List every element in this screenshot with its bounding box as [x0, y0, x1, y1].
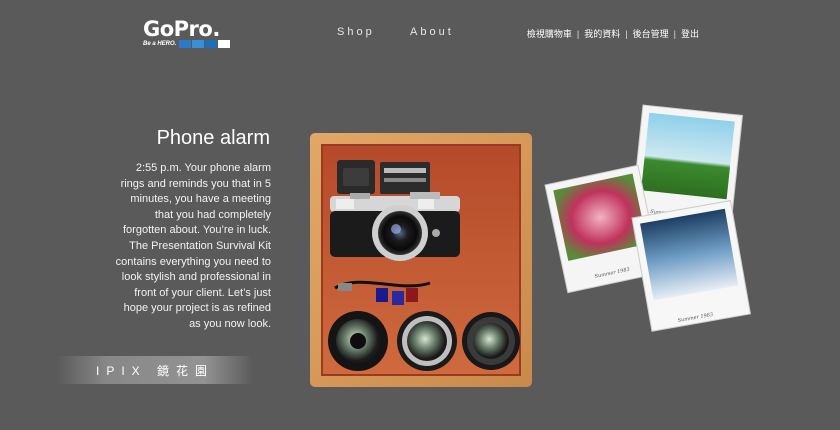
logo-block-2 — [192, 40, 205, 48]
logo-subline: Be a HERO. — [143, 40, 243, 48]
logo-block-3 — [205, 40, 218, 48]
nav-shop[interactable]: Shop — [337, 26, 375, 38]
page-title: Phone alarm — [156, 127, 270, 149]
lens-tele-icon — [462, 312, 520, 370]
view-cart-link[interactable]: 檢視購物車 — [527, 27, 572, 40]
logout-link[interactable]: 登出 — [681, 27, 699, 40]
survival-kit-image — [310, 133, 532, 387]
account-links: 檢視購物車 | 我的資料 | 後台管理 | 登出 — [527, 27, 699, 40]
polaroid-stack: Summer 1983 Summer 1983 Summer 1983 — [540, 100, 760, 350]
description-text: 2:55 p.m. Your phone alarm rings and rem… — [115, 162, 271, 330]
camera-battery-icon — [380, 162, 430, 194]
link-separator: | — [576, 28, 580, 39]
brand-button[interactable]: IPIX 鏡花園 — [57, 356, 253, 384]
polaroid-clouds — [631, 200, 752, 332]
logo-block-4 — [218, 40, 231, 48]
logo-wordmark: GoPro. — [143, 17, 220, 41]
gopro-logo[interactable]: GoPro. Be a HERO. — [143, 18, 243, 48]
link-separator: | — [625, 28, 628, 39]
battery-charger-icon — [337, 160, 375, 194]
logo-color-blocks — [179, 40, 231, 48]
logo-block-1 — [179, 40, 192, 48]
link-separator: | — [673, 28, 676, 39]
lens-wide-icon — [328, 311, 388, 371]
rangefinder-camera-icon — [330, 192, 460, 261]
nav-about[interactable]: About — [410, 26, 454, 38]
admin-link[interactable]: 後台管理 — [633, 27, 669, 40]
logo-tagline: Be a HERO. — [143, 41, 177, 47]
my-profile-link[interactable]: 我的資料 — [584, 27, 620, 40]
lens-standard-icon — [397, 311, 457, 371]
